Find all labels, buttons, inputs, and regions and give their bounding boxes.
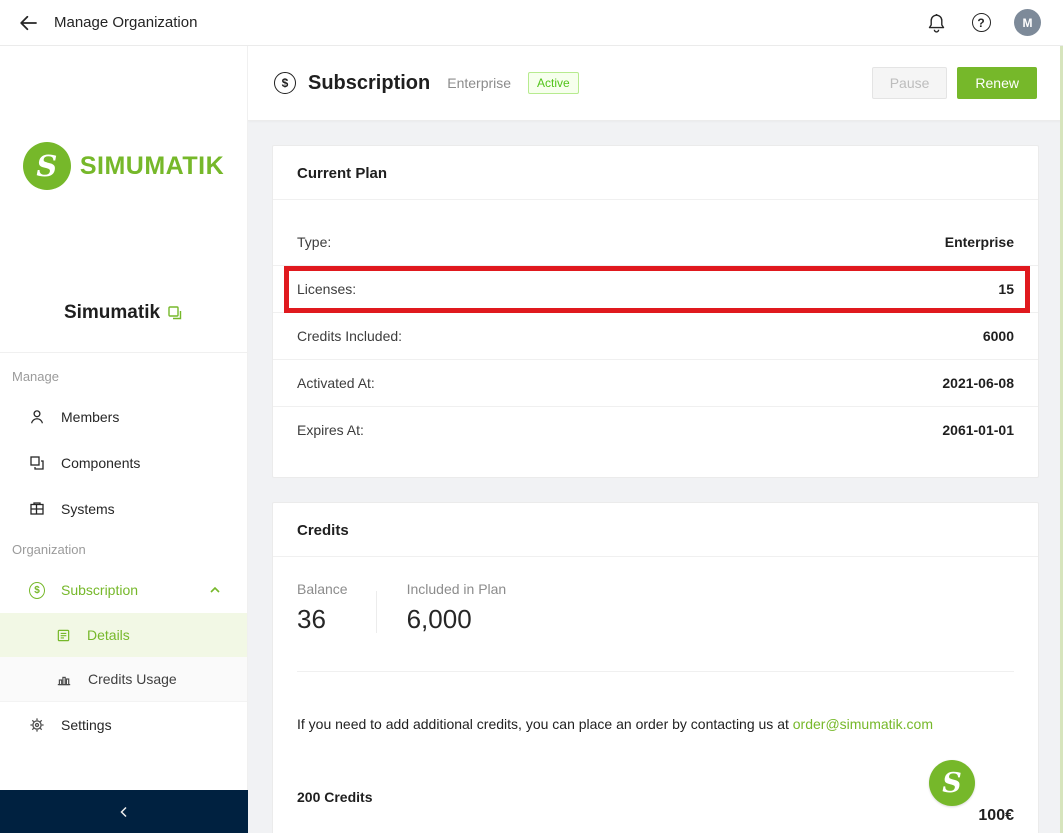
renew-button[interactable]: Renew	[957, 67, 1037, 99]
subscription-submenu: Details Credits Usage	[0, 613, 247, 702]
gear-icon	[29, 717, 45, 733]
included-stat: Included in Plan 6,000	[407, 581, 507, 635]
plan-row-licenses: Licenses: 15	[273, 265, 1038, 313]
copy-org-id-button[interactable]	[167, 305, 183, 321]
bell-icon	[928, 13, 944, 33]
credits-divider	[297, 671, 1014, 672]
sidebar: S SIMUMATIK Simumatik Manage Members Com…	[0, 46, 248, 833]
organization-name: Simumatik	[63, 302, 161, 323]
plan-row-value: 15	[998, 281, 1014, 297]
plan-row-value: 2021-06-08	[942, 375, 1014, 391]
notifications-button[interactable]	[924, 11, 948, 35]
status-badge: Active	[528, 72, 579, 94]
plan-row-type: Type: Enterprise	[273, 218, 1038, 265]
credits-card: Credits Balance 36 Included in Plan 6,00…	[272, 502, 1039, 833]
chevron-left-icon	[120, 806, 127, 817]
sidebar-item-label: Details	[87, 627, 130, 643]
help-button[interactable]: ?	[969, 11, 993, 35]
section-label-organization: Organization	[12, 542, 86, 557]
subscription-dollar-icon: $	[274, 72, 296, 94]
dollar-circle-icon: $	[29, 581, 45, 599]
balance-value: 36	[297, 604, 326, 634]
annotation-highlight-box	[284, 266, 1030, 313]
plan-row-expires-at: Expires At: 2061-01-01	[273, 406, 1038, 453]
sidebar-item-label: Components	[61, 455, 141, 471]
current-plan-rows: Type: Enterprise Licenses: 15 Credits In…	[273, 200, 1038, 477]
credit-offer-row: 200 Credits S 100€	[273, 746, 1038, 833]
user-avatar[interactable]: M	[1014, 9, 1041, 36]
plan-row-value: Enterprise	[944, 233, 1014, 250]
sidebar-item-label: Settings	[61, 717, 112, 733]
plan-row-credits-included: Credits Included: 6000	[273, 312, 1038, 359]
credits-title: Credits	[273, 503, 1038, 557]
back-button[interactable]	[14, 9, 42, 37]
plan-row-label: Type:	[297, 233, 332, 250]
sidebar-item-label: Subscription	[61, 582, 139, 598]
organization-name-row: Simumatik	[0, 302, 247, 324]
order-email-link[interactable]: order@simumatik.com	[793, 716, 933, 732]
balance-stat: Balance 36	[297, 581, 348, 635]
sidebar-item-components[interactable]: Components	[0, 440, 247, 486]
offer-credits-label: 200 Credits	[297, 789, 373, 805]
sidebar-item-settings[interactable]: Settings	[0, 702, 247, 748]
simumatik-coin-icon: S	[929, 760, 975, 806]
pause-button[interactable]: Pause	[871, 67, 948, 99]
included-label: Included in Plan	[406, 581, 507, 597]
sidebar-item-subscription[interactable]: $ Subscription	[0, 567, 247, 613]
included-value: 6,000	[406, 604, 472, 634]
content: Current Plan Type: Enterprise Licenses: …	[248, 121, 1063, 833]
sidebar-collapse-trigger[interactable]	[0, 790, 248, 833]
sidebar-item-members[interactable]: Members	[0, 394, 247, 440]
person-icon	[29, 409, 45, 425]
order-note: If you need to add additional credits, y…	[273, 686, 1038, 732]
header-buttons: Pause Renew	[871, 67, 1037, 99]
stat-separator	[375, 591, 377, 633]
sidebar-item-label: Systems	[61, 501, 115, 517]
simumatik-logo-icon: S	[22, 142, 71, 190]
current-plan-title: Current Plan	[273, 146, 1038, 200]
section-label-manage: Manage	[12, 369, 59, 384]
offer-price-group: S 100€	[929, 760, 1014, 825]
systems-icon	[29, 501, 45, 517]
subscription-header: $ Subscription Enterprise Active Pause R…	[248, 46, 1063, 121]
order-note-text: If you need to add additional credits, y…	[297, 716, 793, 732]
sidebar-item-label: Credits Usage	[88, 671, 177, 687]
components-icon	[29, 455, 45, 471]
sidebar-item-systems[interactable]: Systems	[0, 486, 247, 532]
sidebar-item-credits-usage[interactable]: Credits Usage	[0, 657, 247, 701]
bar-chart-icon	[56, 671, 72, 687]
topbar-actions: ? M	[924, 9, 1049, 36]
simumatik-logo-text: SIMUMATIK	[79, 151, 225, 180]
back-arrow-icon	[20, 15, 37, 30]
plan-type-label: Enterprise	[447, 75, 512, 91]
plan-row-activated-at: Activated At: 2021-06-08	[273, 359, 1038, 406]
balance-label: Balance	[297, 581, 348, 597]
simumatik-logo: S SIMUMATIK	[0, 142, 247, 190]
plan-row-label: Credits Included:	[297, 328, 403, 344]
offer-price: 100€	[978, 807, 1014, 824]
sidebar-item-label: Members	[61, 409, 120, 425]
plan-row-label: Licenses:	[297, 281, 357, 297]
sidebar-item-details[interactable]: Details	[0, 613, 247, 657]
plan-row-label: Expires At:	[297, 422, 364, 438]
plan-row-label: Activated At:	[297, 375, 375, 391]
topbar: Manage Organization ? M	[0, 0, 1063, 46]
help-icon: ?	[971, 13, 991, 32]
details-icon	[56, 628, 71, 643]
current-plan-card: Current Plan Type: Enterprise Licenses: …	[272, 145, 1039, 478]
page-title: Manage Organization	[54, 14, 198, 31]
plan-row-value: 6000	[982, 328, 1014, 344]
chevron-up-icon	[209, 585, 221, 595]
copy-icon	[168, 306, 182, 320]
main-area: $ Subscription Enterprise Active Pause R…	[248, 46, 1063, 833]
credits-stats: Balance 36 Included in Plan 6,000	[273, 557, 1038, 671]
plan-row-value: 2061-01-01	[942, 422, 1014, 438]
subscription-title: Subscription	[308, 71, 431, 94]
